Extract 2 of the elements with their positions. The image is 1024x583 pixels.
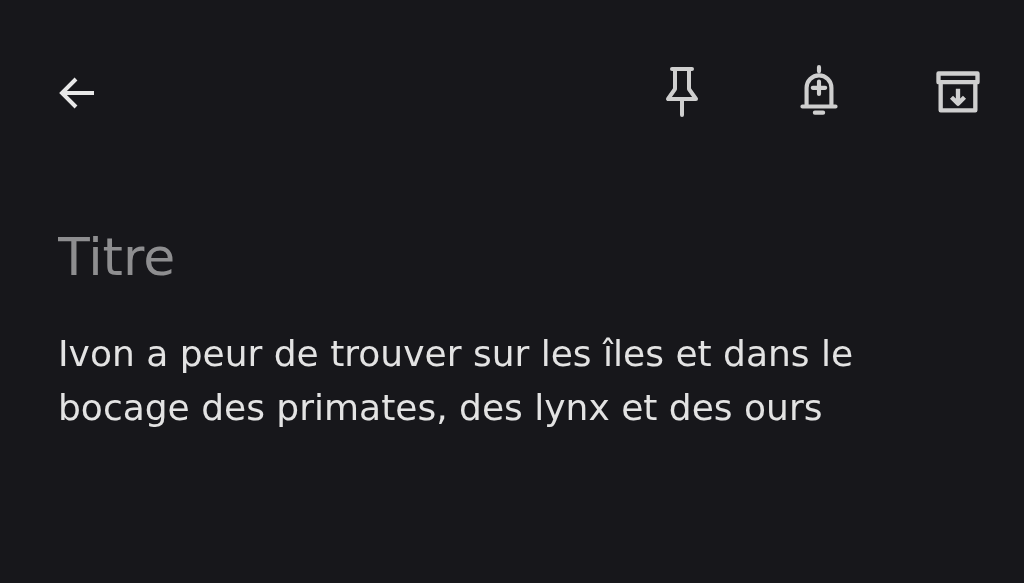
- note-text-field[interactable]: Ivon a peur de trouver sur les îles et dans le bocage des primates, des lynx et des ours: [58, 327, 968, 435]
- title-field[interactable]: Titre: [58, 227, 658, 287]
